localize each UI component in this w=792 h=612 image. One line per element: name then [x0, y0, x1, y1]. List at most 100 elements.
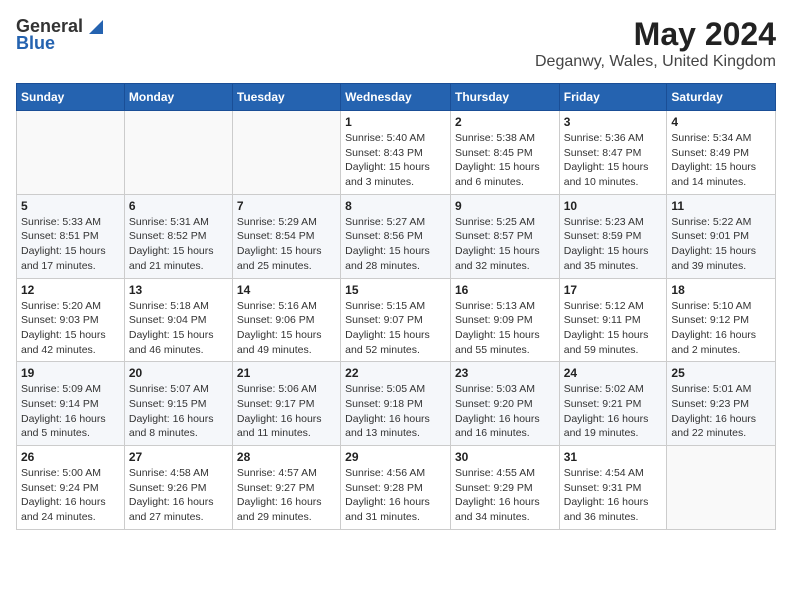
calendar-week-row-3: 12 Sunrise: 5:20 AMSunset: 9:03 PMDayligh… — [17, 278, 776, 362]
col-wednesday: Wednesday — [341, 84, 451, 111]
calendar-cell: 13Sunrise: 5:18 AMSunset: 9:04 PMDayligh… — [124, 278, 232, 362]
calendar-cell: 23Sunrise: 5:03 AMSunset: 9:20 PMDayligh… — [450, 362, 559, 446]
calendar-cell: 25 Sunrise: 5:01 AMSunset: 9:23 PMDayligh… — [667, 362, 776, 446]
day-number: 20 — [129, 366, 228, 380]
day-info: Sunrise: 4:56 AMSunset: 9:28 PMDaylight:… — [345, 466, 446, 525]
col-tuesday: Tuesday — [232, 84, 340, 111]
calendar-week-row-5: 26Sunrise: 5:00 AMSunset: 9:24 PMDayligh… — [17, 446, 776, 530]
calendar-cell: 16 Sunrise: 5:13 AMSunset: 9:09 PMDayligh… — [450, 278, 559, 362]
day-info: Sunrise: 5:40 AMSunset: 8:43 PMDaylight:… — [345, 131, 446, 190]
day-info: Sunrise: 4:57 AMSunset: 9:27 PMDaylight:… — [237, 466, 336, 525]
title-section: May 2024 Deganwy, Wales, United Kingdom — [535, 16, 776, 71]
col-thursday: Thursday — [450, 84, 559, 111]
day-info: Sunrise: 5:13 AMSunset: 9:09 PMDaylight:… — [455, 299, 555, 358]
day-number: 18 — [671, 283, 771, 297]
day-number: 8 — [345, 199, 446, 213]
day-number: 31 — [564, 450, 663, 464]
day-number: 28 — [237, 450, 336, 464]
calendar-cell: 9 Sunrise: 5:25 AMSunset: 8:57 PMDaylight… — [450, 194, 559, 278]
day-number: 25 — [671, 366, 771, 380]
day-number: 15 — [345, 283, 446, 297]
calendar-cell: 18Sunrise: 5:10 AMSunset: 9:12 PMDayligh… — [667, 278, 776, 362]
calendar-cell: 15 Sunrise: 5:15 AMSunset: 9:07 PMDayligh… — [341, 278, 451, 362]
day-info: Sunrise: 5:25 AMSunset: 8:57 PMDaylight:… — [455, 215, 555, 274]
calendar-cell: 24 Sunrise: 5:02 AMSunset: 9:21 PMDayligh… — [559, 362, 667, 446]
logo-triangle-icon — [85, 18, 103, 36]
day-number: 12 — [21, 283, 120, 297]
logo-blue-text: Blue — [16, 33, 55, 54]
calendar-cell: 5 Sunrise: 5:33 AMSunset: 8:51 PMDaylight… — [17, 194, 125, 278]
day-number: 6 — [129, 199, 228, 213]
page-header: General Blue May 2024 Deganwy, Wales, Un… — [16, 16, 776, 71]
day-number: 3 — [564, 115, 663, 129]
day-info: Sunrise: 5:00 AMSunset: 9:24 PMDaylight:… — [21, 466, 120, 525]
day-number: 4 — [671, 115, 771, 129]
calendar-cell: 3 Sunrise: 5:36 AMSunset: 8:47 PMDaylight… — [559, 111, 667, 195]
day-number: 27 — [129, 450, 228, 464]
calendar-cell: 7 Sunrise: 5:29 AMSunset: 8:54 PMDaylight… — [232, 194, 340, 278]
day-info: Sunrise: 5:23 AMSunset: 8:59 PMDaylight:… — [564, 215, 663, 274]
day-info: Sunrise: 5:20 AMSunset: 9:03 PMDaylight:… — [21, 299, 120, 358]
calendar-cell: 14Sunrise: 5:16 AMSunset: 9:06 PMDayligh… — [232, 278, 340, 362]
day-info: Sunrise: 5:01 AMSunset: 9:23 PMDaylight:… — [671, 382, 771, 441]
day-info: Sunrise: 4:54 AMSunset: 9:31 PMDaylight:… — [564, 466, 663, 525]
day-number: 30 — [455, 450, 555, 464]
calendar-cell: 6 Sunrise: 5:31 AMSunset: 8:52 PMDaylight… — [124, 194, 232, 278]
day-number: 5 — [21, 199, 120, 213]
day-info: Sunrise: 5:09 AMSunset: 9:14 PMDaylight:… — [21, 382, 120, 441]
col-monday: Monday — [124, 84, 232, 111]
col-friday: Friday — [559, 84, 667, 111]
day-number: 29 — [345, 450, 446, 464]
calendar-cell: 29 Sunrise: 4:56 AMSunset: 9:28 PMDayligh… — [341, 446, 451, 530]
day-number: 9 — [455, 199, 555, 213]
day-info: Sunrise: 5:29 AMSunset: 8:54 PMDaylight:… — [237, 215, 336, 274]
day-info: Sunrise: 5:31 AMSunset: 8:52 PMDaylight:… — [129, 215, 228, 274]
calendar-cell: 2Sunrise: 5:38 AMSunset: 8:45 PMDaylight… — [450, 111, 559, 195]
day-info: Sunrise: 5:33 AMSunset: 8:51 PMDaylight:… — [21, 215, 120, 274]
calendar-cell — [17, 111, 125, 195]
calendar-cell: 12 Sunrise: 5:20 AMSunset: 9:03 PMDayligh… — [17, 278, 125, 362]
day-info: Sunrise: 5:12 AMSunset: 9:11 PMDaylight:… — [564, 299, 663, 358]
calendar-week-row-1: 1 Sunrise: 5:40 AMSunset: 8:43 PMDaylight… — [17, 111, 776, 195]
calendar-cell: 30Sunrise: 4:55 AMSunset: 9:29 PMDayligh… — [450, 446, 559, 530]
day-info: Sunrise: 5:15 AMSunset: 9:07 PMDaylight:… — [345, 299, 446, 358]
day-info: Sunrise: 5:07 AMSunset: 9:15 PMDaylight:… — [129, 382, 228, 441]
day-info: Sunrise: 5:16 AMSunset: 9:06 PMDaylight:… — [237, 299, 336, 358]
day-number: 10 — [564, 199, 663, 213]
calendar-cell: 8Sunrise: 5:27 AMSunset: 8:56 PMDaylight… — [341, 194, 451, 278]
day-number: 7 — [237, 199, 336, 213]
day-info: Sunrise: 5:02 AMSunset: 9:21 PMDaylight:… — [564, 382, 663, 441]
calendar-cell: 21Sunrise: 5:06 AMSunset: 9:17 PMDayligh… — [232, 362, 340, 446]
calendar-cell: 31 Sunrise: 4:54 AMSunset: 9:31 PMDayligh… — [559, 446, 667, 530]
calendar-cell — [124, 111, 232, 195]
day-number: 21 — [237, 366, 336, 380]
calendar-cell: 17 Sunrise: 5:12 AMSunset: 9:11 PMDayligh… — [559, 278, 667, 362]
day-number: 13 — [129, 283, 228, 297]
calendar-week-row-4: 19 Sunrise: 5:09 AMSunset: 9:14 PMDayligh… — [17, 362, 776, 446]
day-number: 16 — [455, 283, 555, 297]
day-number: 2 — [455, 115, 555, 129]
calendar-cell: 10 Sunrise: 5:23 AMSunset: 8:59 PMDayligh… — [559, 194, 667, 278]
day-number: 11 — [671, 199, 771, 213]
col-sunday: Sunday — [17, 84, 125, 111]
calendar-cell: 4 Sunrise: 5:34 AMSunset: 8:49 PMDaylight… — [667, 111, 776, 195]
calendar-cell: 28 Sunrise: 4:57 AMSunset: 9:27 PMDayligh… — [232, 446, 340, 530]
calendar-header-row: Sunday Monday Tuesday Wednesday Thursday… — [17, 84, 776, 111]
calendar-cell: 27 Sunrise: 4:58 AMSunset: 9:26 PMDayligh… — [124, 446, 232, 530]
day-info: Sunrise: 5:36 AMSunset: 8:47 PMDaylight:… — [564, 131, 663, 190]
day-number: 17 — [564, 283, 663, 297]
col-saturday: Saturday — [667, 84, 776, 111]
day-number: 22 — [345, 366, 446, 380]
logo: General Blue — [16, 16, 103, 54]
day-number: 19 — [21, 366, 120, 380]
calendar-cell — [232, 111, 340, 195]
day-number: 23 — [455, 366, 555, 380]
calendar-cell: 22Sunrise: 5:05 AMSunset: 9:18 PMDayligh… — [341, 362, 451, 446]
day-info: Sunrise: 5:34 AMSunset: 8:49 PMDaylight:… — [671, 131, 771, 190]
day-info: Sunrise: 4:58 AMSunset: 9:26 PMDaylight:… — [129, 466, 228, 525]
calendar-cell: 19 Sunrise: 5:09 AMSunset: 9:14 PMDayligh… — [17, 362, 125, 446]
day-number: 24 — [564, 366, 663, 380]
calendar-cell: 26Sunrise: 5:00 AMSunset: 9:24 PMDayligh… — [17, 446, 125, 530]
day-info: Sunrise: 5:22 AMSunset: 9:01 PMDaylight:… — [671, 215, 771, 274]
day-number: 1 — [345, 115, 446, 129]
